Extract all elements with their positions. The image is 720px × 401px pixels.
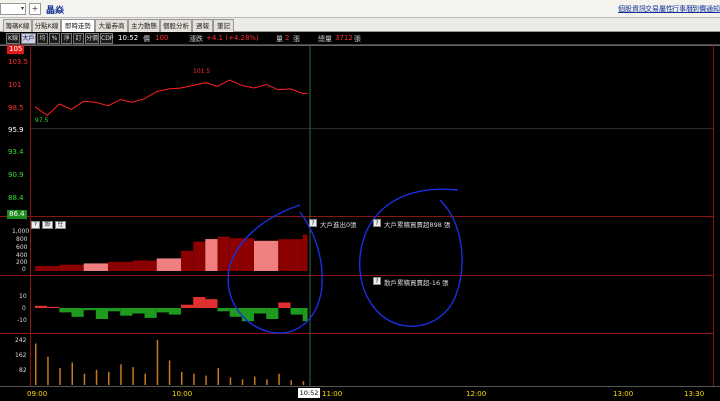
annotation-circle-right — [359, 188, 463, 327]
retail-bar — [108, 308, 121, 312]
large-holder-cumulative-label: 大戶累積買賣超898 張 — [384, 221, 451, 229]
large-holder-bar — [217, 236, 230, 271]
retail-bar — [95, 308, 108, 319]
retail-bar — [120, 308, 133, 316]
volume-bar — [59, 368, 61, 385]
cursor-time-label: 10:52 — [298, 388, 320, 398]
large-holder-bar — [205, 239, 218, 271]
retail-bar — [59, 308, 72, 313]
large-holder-bar — [132, 260, 157, 271]
volume-bar — [241, 379, 244, 385]
time-label: 10:00 — [172, 390, 193, 398]
volume-bar — [278, 373, 280, 385]
price-high-label: 101.5 — [193, 68, 210, 75]
help-icon[interactable]: ? — [373, 219, 381, 227]
volume-bar — [120, 364, 122, 385]
large-holder-bar — [35, 266, 60, 271]
volume-bar — [302, 381, 305, 385]
volume-bar — [144, 373, 146, 385]
large-holder-bar — [302, 234, 308, 271]
volume-bar — [108, 371, 110, 385]
time-label: 13:30 — [684, 390, 705, 398]
retail-bar — [144, 308, 157, 318]
time-axis: 09:00 10:00 11:00 12:00 13:00 13:30 10:5… — [0, 386, 720, 401]
volume-bar — [205, 375, 207, 385]
volume-bar — [168, 360, 171, 385]
large-holder-bar — [156, 258, 181, 271]
large-holder-net-label: 大戶進出0張 — [320, 221, 357, 229]
retail-bar — [168, 308, 181, 315]
large-holder-bar — [278, 239, 303, 271]
retail-bar — [181, 304, 194, 308]
volume-bar — [217, 368, 219, 385]
time-label: 12:00 — [466, 390, 487, 398]
volume-bar — [254, 376, 256, 385]
time-label: 11:00 — [322, 390, 343, 398]
volume-bar — [181, 371, 183, 385]
retail-bar — [266, 308, 279, 319]
large-holder-bar — [254, 240, 279, 271]
retail-bar — [35, 305, 48, 308]
large-holder-bar — [83, 263, 108, 271]
retail-bar — [156, 308, 169, 313]
intraday-chart: 101.5 97.5 — [34, 46, 463, 386]
retail-bar — [278, 302, 291, 308]
price-low-label: 97.5 — [35, 117, 49, 124]
volume-bar — [83, 373, 86, 385]
retail-bar — [83, 308, 96, 311]
large-holder-area — [35, 234, 308, 271]
volume-bar — [229, 377, 232, 385]
retail-bar — [193, 297, 206, 308]
retail-bar — [217, 308, 230, 312]
help-icon[interactable]: ? — [373, 277, 381, 285]
retail-bar — [241, 308, 254, 322]
time-label: 13:00 — [613, 390, 634, 398]
volume-bar — [95, 369, 98, 385]
price-line — [34, 79, 308, 117]
volume-bar — [47, 356, 49, 385]
retail-bar — [290, 308, 303, 315]
retail-area — [35, 297, 308, 322]
retail-bar — [254, 308, 267, 314]
time-label: 09:00 — [27, 390, 48, 398]
large-holder-bar — [59, 264, 84, 271]
large-holder-bar — [108, 261, 133, 271]
volume-bar — [290, 380, 292, 385]
volume-bar — [132, 367, 134, 385]
volume-bar — [156, 339, 159, 385]
volume-bar — [35, 343, 37, 385]
volume-bars — [35, 339, 305, 385]
volume-bar — [193, 373, 195, 385]
retail-bar — [47, 306, 60, 308]
retail-bar — [302, 308, 308, 322]
retail-cumulative-label: 散戶累積買賣超-16 張 — [384, 279, 449, 287]
volume-bar — [266, 379, 268, 385]
volume-bar — [71, 362, 73, 385]
retail-bar — [205, 299, 218, 308]
retail-bar — [132, 308, 145, 314]
large-holder-bar — [193, 241, 206, 271]
large-holder-bar — [181, 250, 194, 271]
retail-bar — [71, 308, 84, 317]
help-icon[interactable]: ? — [309, 219, 317, 227]
